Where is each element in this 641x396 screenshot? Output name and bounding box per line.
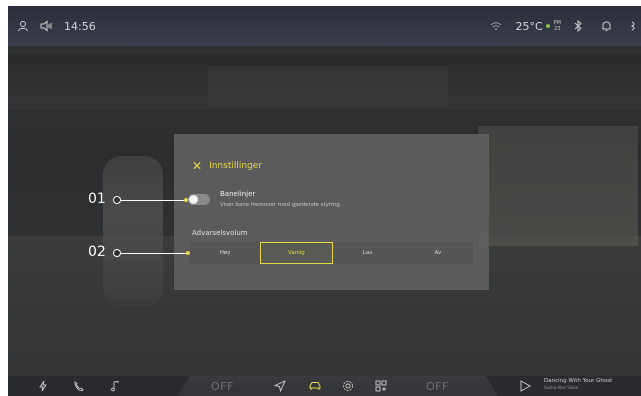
callout-number-01: 01 <box>88 191 106 207</box>
bluetooth-icon[interactable] <box>571 19 585 33</box>
temperature: 25°C <box>515 19 543 33</box>
now-playing[interactable]: Dancing With Your Ghost Sasha Alex Sloan <box>544 378 612 390</box>
callout-endpoint-01 <box>184 198 188 202</box>
phone-icon[interactable] <box>72 379 86 393</box>
fan-icon[interactable] <box>627 19 641 33</box>
infotainment-screen: 14:56 25°C PM 23 ✕ Innstillinger Banelin… <box>8 6 641 396</box>
air-quality: PM 23 <box>554 20 561 32</box>
settings-dialog: ✕ Innstillinger Banelinjer Viser bane fr… <box>174 134 489 290</box>
navigation-icon[interactable] <box>273 379 287 393</box>
clock: 14:56 <box>64 19 96 33</box>
bell-icon[interactable] <box>599 19 613 33</box>
play-icon[interactable] <box>518 379 532 393</box>
volume-option-normal[interactable]: Vanlig <box>260 242 333 264</box>
settings-icon[interactable] <box>341 379 355 393</box>
callout-marker-01 <box>113 196 121 204</box>
bottom-bar: OFF OFF Dancing With Your Ghost Sasha Al… <box>8 376 641 396</box>
warning-volume-label: Advarselsvolum <box>192 229 248 237</box>
toggle-knob <box>189 195 198 204</box>
apps-icon[interactable] <box>374 379 388 393</box>
music-icon[interactable] <box>108 379 122 393</box>
volume-icon[interactable] <box>40 19 54 33</box>
profile-icon[interactable] <box>16 19 30 33</box>
callout-number-02: 02 <box>88 244 106 260</box>
song-title: Dancing With Your Ghost <box>544 378 613 384</box>
dialog-header: ✕ Innstillinger <box>192 160 262 172</box>
left-temperature[interactable]: OFF <box>211 380 234 393</box>
lane-lines-description: Viser bane fremover med gjeldende styrin… <box>220 202 342 208</box>
close-icon[interactable]: ✕ <box>192 160 202 172</box>
volume-option-high[interactable]: Høy <box>190 242 260 264</box>
song-artist: Sasha Alex Sloan <box>544 385 579 390</box>
warning-volume-selector: Høy Vanlig Lav Av <box>190 242 473 264</box>
car-icon[interactable] <box>308 379 322 393</box>
volume-option-off[interactable]: Av <box>403 242 473 264</box>
wifi-icon <box>489 19 503 33</box>
callout-line-02 <box>121 253 187 254</box>
callout-marker-02 <box>113 249 121 257</box>
lane-lines-toggle[interactable] <box>188 194 210 205</box>
dialog-title: Innstillinger <box>209 161 262 171</box>
callout-line-01 <box>121 200 185 201</box>
air-quality-indicator <box>545 24 550 28</box>
callout-endpoint-02 <box>186 251 190 255</box>
volume-option-low[interactable]: Lav <box>333 242 403 264</box>
charging-icon[interactable] <box>36 379 50 393</box>
air-quality-value: 23 <box>554 26 561 32</box>
status-bar: 14:56 25°C PM 23 <box>8 6 641 46</box>
right-temperature[interactable]: OFF <box>426 380 449 393</box>
lane-lines-label: Banelinjer <box>220 190 256 198</box>
